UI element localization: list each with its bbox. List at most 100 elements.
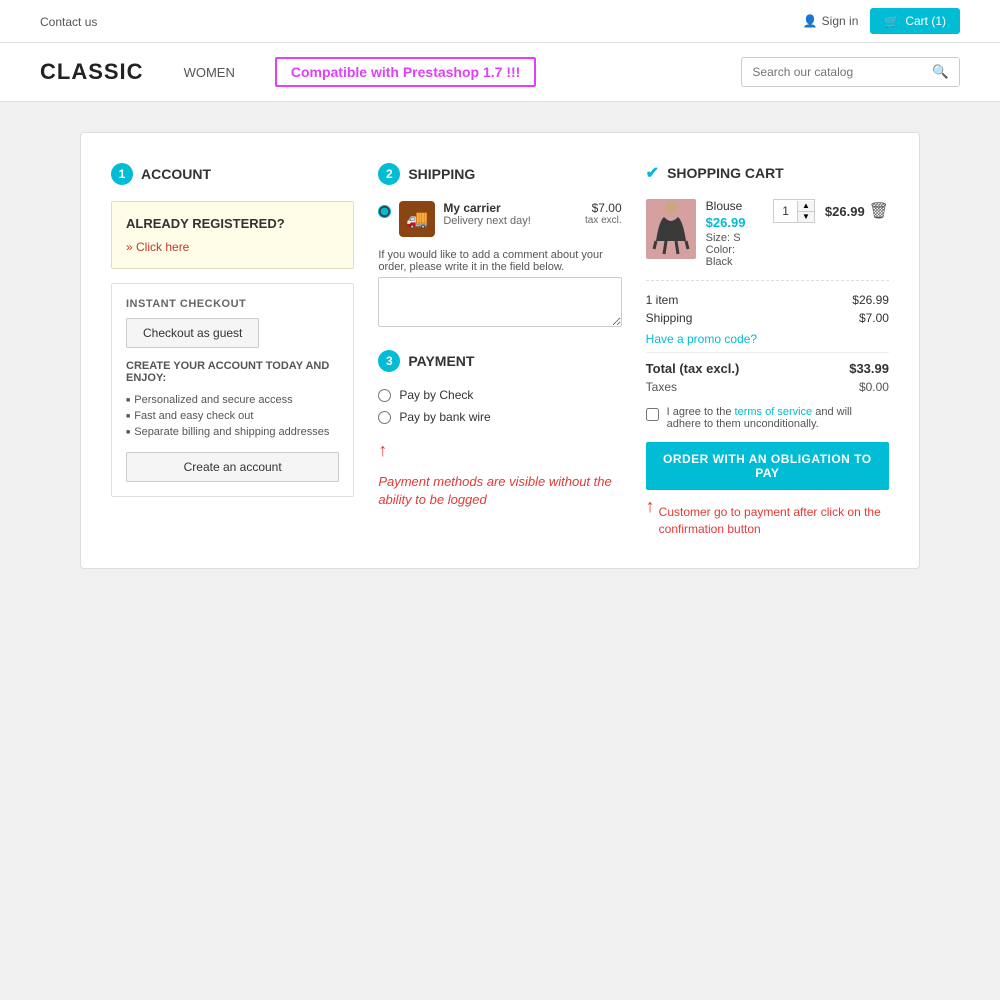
cart-tax-row: Taxes $0.00 xyxy=(646,380,889,394)
confirmation-note-row: ↑ Customer go to payment after click on … xyxy=(646,496,889,538)
signin-label: Sign in xyxy=(822,14,859,28)
top-bar: Contact us 👤 Sign in 🛒 Cart (1) xyxy=(0,0,1000,43)
account-step-label: ACCOUNT xyxy=(141,166,211,182)
color-label: Color: xyxy=(706,244,735,256)
qty-up-button[interactable]: ▲ xyxy=(798,201,814,211)
checkout-layout: 1 ACCOUNT ALREADY REGISTERED? » Click he… xyxy=(111,163,889,538)
carrier-tax: tax excl. xyxy=(585,215,622,226)
qty-display: 1 xyxy=(774,204,797,218)
checkout-container: 1 ACCOUNT ALREADY REGISTERED? » Click he… xyxy=(80,132,920,569)
cart-items-label: 1 item xyxy=(646,293,679,307)
dress-svg xyxy=(646,199,696,259)
cart-total-row: Total (tax excl.) $33.99 xyxy=(646,352,889,376)
payment-option-check: Pay by Check xyxy=(378,388,621,402)
size-label: Size: xyxy=(706,232,730,244)
carrier-info: My carrier Delivery next day! xyxy=(443,201,577,227)
qty-buttons: ▲ ▼ xyxy=(797,201,814,222)
order-button[interactable]: ORDER WITH AN OBLIGATION TO PAY xyxy=(646,442,889,490)
cart-item-price: $26.99 xyxy=(706,215,764,230)
cart-item-image xyxy=(646,199,696,259)
terms-row: I agree to the terms of service and will… xyxy=(646,406,889,430)
cart-item-qty-row: 1 ▲ ▼ $26.99 🗑 xyxy=(773,199,889,223)
qty-control: 1 ▲ ▼ xyxy=(773,199,815,223)
payment-arrow-note: ↑ Payment methods are visible without th… xyxy=(378,440,621,509)
carrier-price: $7.00 xyxy=(585,201,622,215)
carrier-icon: 🚚 xyxy=(399,201,435,237)
checkout-guest-button[interactable]: Checkout as guest xyxy=(126,318,259,348)
terms-text-1: I agree to the xyxy=(667,406,735,418)
carrier-option: 🚚 My carrier Delivery next day! $7.00 ta… xyxy=(378,201,621,237)
click-here-link[interactable]: » Click here xyxy=(126,240,189,254)
instant-checkout-title: INSTANT CHECKOUT xyxy=(126,298,339,310)
create-account-prompt: CREATE YOUR ACCOUNT TODAY AND ENJOY: xyxy=(126,360,339,384)
comment-textarea[interactable] xyxy=(378,277,621,327)
cart-total-price: $33.99 xyxy=(849,361,889,376)
promo-code-link[interactable]: Have a promo code? xyxy=(646,332,757,346)
cart-item-size: Size: S xyxy=(706,232,764,244)
cart-item: Blouse $26.99 Size: S Color: Black xyxy=(646,199,889,281)
cart-label: Cart (1) xyxy=(905,14,946,28)
cart-step-header: ✔ SHOPPING CART xyxy=(646,163,889,183)
top-bar-left: Contact us xyxy=(40,14,97,29)
carrier-delivery: Delivery next day! xyxy=(443,215,577,227)
search-icon: 🔍 xyxy=(932,64,949,79)
size-value: S xyxy=(733,232,740,244)
cart-icon: 🛒 xyxy=(884,14,899,28)
cart-shipping-label: Shipping xyxy=(646,311,693,325)
qty-down-button[interactable]: ▼ xyxy=(798,211,814,222)
contact-us-link[interactable]: Contact us xyxy=(40,15,97,29)
search-button[interactable]: 🔍 xyxy=(922,58,959,86)
account-step-header: 1 ACCOUNT xyxy=(111,163,354,185)
shipping-step-label: SHIPPING xyxy=(408,166,475,182)
main-content: 1 ACCOUNT ALREADY REGISTERED? » Click he… xyxy=(0,102,1000,702)
account-step-number: 1 xyxy=(111,163,133,185)
search-input[interactable] xyxy=(742,59,922,85)
cart-item-color: Color: Black xyxy=(706,244,764,268)
instant-checkout-box: INSTANT CHECKOUT Checkout as guest CREAT… xyxy=(111,283,354,497)
carrier-price-box: $7.00 tax excl. xyxy=(585,201,622,226)
cart-total-label: Total (tax excl.) xyxy=(646,361,740,376)
terms-service-link[interactable]: terms of service xyxy=(735,406,813,418)
cart-item-details: Blouse $26.99 Size: S Color: Black xyxy=(706,199,764,268)
user-icon: 👤 xyxy=(803,14,818,28)
cart-shipping-row: Shipping $7.00 xyxy=(646,311,889,325)
cart-items-price: $26.99 xyxy=(852,293,889,307)
cart-item-subtotal: $26.99 xyxy=(825,204,865,219)
payment-section: 3 PAYMENT Pay by Check Pay by bank wire … xyxy=(378,350,621,509)
benefits-list: Personalized and secure access Fast and … xyxy=(126,392,339,440)
search-box: 🔍 xyxy=(741,57,960,87)
nav-women-link[interactable]: WOMEN xyxy=(184,65,235,80)
shipping-step-header: 2 SHIPPING xyxy=(378,163,621,185)
cart-taxes-price: $0.00 xyxy=(859,380,889,394)
payment-arrow-icon: ↑ xyxy=(378,440,621,461)
cart-item-delete-button[interactable]: 🗑 xyxy=(869,201,889,221)
account-section: 1 ACCOUNT ALREADY REGISTERED? » Click he… xyxy=(111,163,354,538)
create-account-button[interactable]: Create an account xyxy=(126,452,339,482)
payment-step-label: PAYMENT xyxy=(408,353,474,369)
payment-note: Payment methods are visible without the … xyxy=(378,473,621,509)
payment-check-label: Pay by Check xyxy=(399,388,473,402)
payment-wire-label: Pay by bank wire xyxy=(399,410,490,424)
terms-checkbox[interactable] xyxy=(646,408,659,421)
comment-label: If you would like to add a comment about… xyxy=(378,249,621,273)
shipping-section: 2 SHIPPING 🚚 My carrier Delivery next da… xyxy=(378,163,621,538)
cart-button[interactable]: 🛒 Cart (1) xyxy=(870,8,960,34)
already-registered-title: ALREADY REGISTERED? xyxy=(126,216,339,231)
cart-shipping-price: $7.00 xyxy=(859,311,889,325)
payment-step-number: 3 xyxy=(378,350,400,372)
signin-link[interactable]: 👤 Sign in xyxy=(803,14,859,28)
color-value: Black xyxy=(706,256,733,268)
already-registered-box: ALREADY REGISTERED? » Click here xyxy=(111,201,354,269)
cart-totals: 1 item $26.99 Shipping $7.00 Have a prom… xyxy=(646,293,889,394)
carrier-name: My carrier xyxy=(443,201,577,215)
benefit-item: Personalized and secure access xyxy=(126,392,339,408)
payment-wire-radio[interactable] xyxy=(378,411,391,424)
logo: CLASSIC xyxy=(40,59,144,85)
carrier-radio[interactable] xyxy=(378,205,391,218)
carrier-delivery-label: Delivery xyxy=(443,215,483,227)
carrier-delivery-time: next day! xyxy=(486,215,531,227)
payment-check-radio[interactable] xyxy=(378,389,391,402)
cart-item-name: Blouse xyxy=(706,199,764,213)
payment-option-wire: Pay by bank wire xyxy=(378,410,621,424)
cart-section: ✔ SHOPPING CART xyxy=(646,163,889,538)
